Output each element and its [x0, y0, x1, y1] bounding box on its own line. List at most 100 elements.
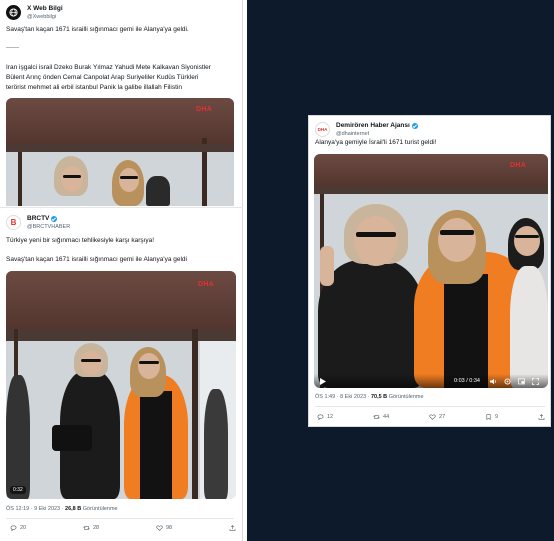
verified-badge-icon	[411, 123, 418, 129]
post2-header: B BRCTV @BRCTVHABER	[6, 215, 70, 231]
video-time: 0:03 / 0:34	[454, 378, 480, 384]
person-face	[138, 353, 160, 379]
globe-icon	[9, 8, 18, 17]
sunglasses	[81, 359, 101, 362]
bookmark-icon	[486, 414, 491, 420]
post2-views-label: Görüntülenme	[81, 506, 118, 512]
post1-author-name[interactable]: X Web Bilgi	[27, 5, 63, 13]
share-button[interactable]	[538, 414, 545, 420]
post2-text-2: Savaş'tan kaçan 1671 israilli sığınmacı …	[6, 256, 187, 263]
dha-watermark: DHA	[510, 162, 527, 169]
person-face	[514, 226, 540, 256]
like-button[interactable]: 27	[429, 414, 445, 420]
repost-icon	[83, 526, 90, 530]
dha-watermark: DHA	[198, 281, 215, 288]
video-duration: 0:32	[10, 486, 26, 494]
awning	[6, 271, 236, 329]
reply-button[interactable]: 12	[317, 414, 333, 420]
separator	[0, 207, 243, 208]
play-icon[interactable]	[320, 378, 326, 385]
reply-icon	[317, 414, 324, 420]
separator	[6, 518, 234, 519]
awning	[6, 98, 234, 144]
repost-button[interactable]: 44	[373, 414, 389, 420]
post1-divider: ——	[6, 44, 19, 51]
person-background	[146, 176, 170, 206]
post2-meta: ÖS 12:19 · 9 Eki 2023 · 26,8 B Görüntüle…	[6, 506, 118, 512]
repost-icon	[373, 415, 380, 419]
person-background	[6, 375, 30, 499]
person-face	[438, 218, 476, 262]
post1-tags-3: terörist mehmet ali erbil istanbul Panik…	[6, 84, 182, 91]
sunglasses	[63, 175, 81, 178]
sunglasses	[515, 235, 539, 238]
post3-views-label: Görüntülenme	[387, 394, 424, 400]
post3-meta: ÖS 1:49 · 8 Eki 2023 · 70,5 B Görüntülen…	[315, 394, 424, 400]
person-face	[61, 166, 83, 192]
share-button[interactable]	[229, 525, 236, 531]
sunglasses	[139, 361, 159, 364]
xwebbilgi-avatar[interactable]	[6, 5, 21, 20]
sunglasses	[120, 176, 138, 179]
post2-views: 26,8 B	[65, 506, 82, 512]
brctv-avatar[interactable]: B	[6, 215, 21, 230]
post3-video[interactable]: DHA 0:03 / 0:34	[314, 154, 548, 388]
reply-icon	[10, 525, 17, 531]
post1-video[interactable]: DHA	[6, 98, 234, 206]
repost-button[interactable]: 28	[83, 525, 99, 531]
black-top	[444, 274, 488, 388]
verified-badge-icon	[51, 216, 58, 222]
post3-views: 70,5 B	[370, 394, 388, 400]
left-feed: X Web Bilgi @Xwebbilgi Savaş'tan kaçan 1…	[0, 0, 243, 541]
post2-actions: 20 28 98	[10, 525, 236, 531]
sunglasses	[440, 230, 474, 235]
reply-count: 12	[327, 414, 334, 420]
share-icon	[538, 414, 545, 420]
fullscreen-icon[interactable]	[532, 378, 539, 385]
volume-icon[interactable]	[490, 378, 497, 385]
settings-icon[interactable]	[504, 378, 511, 385]
post2-text-1: Türkiye yeni bir sığınmacı tehlikesiyle …	[6, 237, 155, 244]
post1-author-handle[interactable]: @Xwebbilgi	[27, 13, 63, 21]
post2-author-handle[interactable]: @BRCTVHABER	[27, 223, 70, 231]
thumbs-up-arm	[320, 246, 334, 286]
handbag	[52, 425, 92, 451]
awning-beam	[314, 186, 548, 194]
dha-watermark: DHA	[196, 106, 213, 113]
post2-author-name[interactable]: BRCTV	[27, 215, 49, 223]
awning	[314, 154, 548, 186]
post1-header: X Web Bilgi @Xwebbilgi	[6, 5, 63, 21]
like-count: 27	[439, 414, 446, 420]
separator	[315, 406, 545, 407]
person-face	[80, 351, 102, 375]
post3-author-handle[interactable]: @dhainternet	[336, 130, 418, 138]
share-icon	[229, 525, 236, 531]
person-face	[354, 216, 398, 266]
bookmark-count: 9	[495, 414, 499, 420]
post1-text: Savaş'tan kaçan 1671 israilli sığınmacı …	[6, 26, 189, 33]
video-controls: 0:03 / 0:34	[314, 374, 548, 388]
heart-icon	[156, 525, 163, 531]
repost-count: 28	[93, 525, 100, 531]
person-background	[510, 266, 548, 388]
reply-count: 20	[20, 525, 27, 531]
bookmark-button[interactable]: 9	[485, 414, 498, 420]
dha-avatar[interactable]: DHA	[315, 122, 330, 137]
awning-beam	[6, 144, 234, 152]
reply-button[interactable]: 20	[10, 525, 26, 531]
post3-time[interactable]: ÖS 1:49 · 8 Eki 2023 ·	[315, 394, 371, 400]
heart-icon	[429, 414, 436, 420]
pole	[18, 144, 22, 206]
like-count: 98	[166, 525, 173, 531]
post1-tags-1: Iran işgalci israil Dzeko Burak Yılmaz Y…	[6, 64, 211, 71]
pole	[192, 329, 198, 499]
post3-header: DHA Demirören Haber Ajansı @dhainternet	[315, 122, 418, 138]
person-background	[204, 389, 228, 499]
person-face	[119, 168, 139, 192]
post3-author-name[interactable]: Demirören Haber Ajansı	[336, 122, 410, 130]
post2-time[interactable]: ÖS 12:19 · 9 Eki 2023 ·	[6, 506, 65, 512]
like-button[interactable]: 98	[156, 525, 172, 531]
post2-video[interactable]: DHA 0:32	[6, 271, 236, 499]
post3-actions: 12 44 27 9	[317, 414, 545, 420]
picture-in-picture-icon[interactable]	[518, 378, 525, 385]
